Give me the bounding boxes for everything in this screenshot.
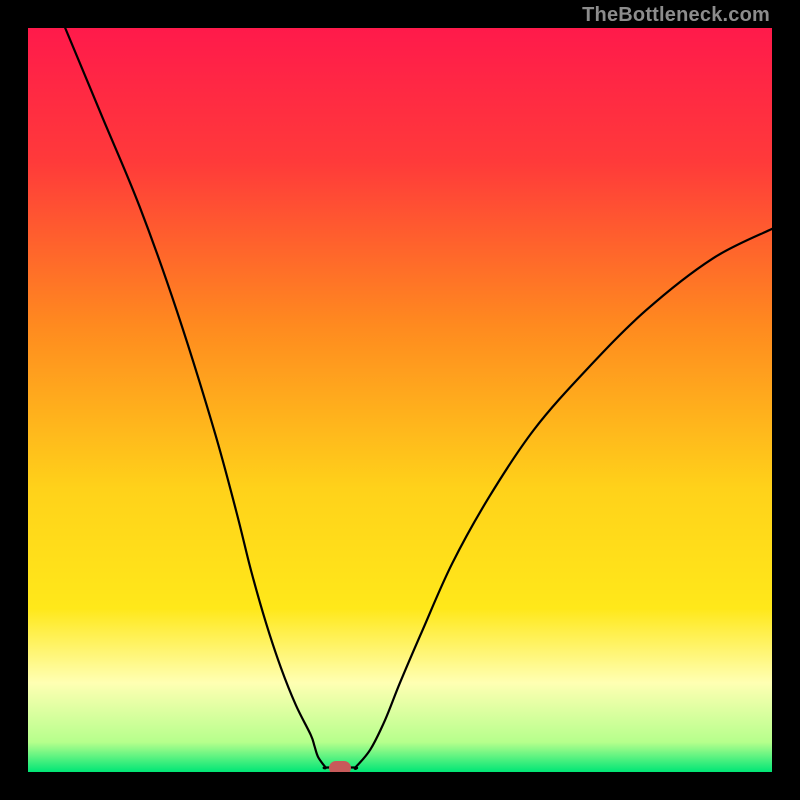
bottleneck-curve <box>28 28 772 772</box>
chart-frame: TheBottleneck.com <box>0 0 800 800</box>
watermark-text: TheBottleneck.com <box>582 4 770 27</box>
optimal-marker <box>329 761 351 772</box>
plot-area <box>28 28 772 772</box>
